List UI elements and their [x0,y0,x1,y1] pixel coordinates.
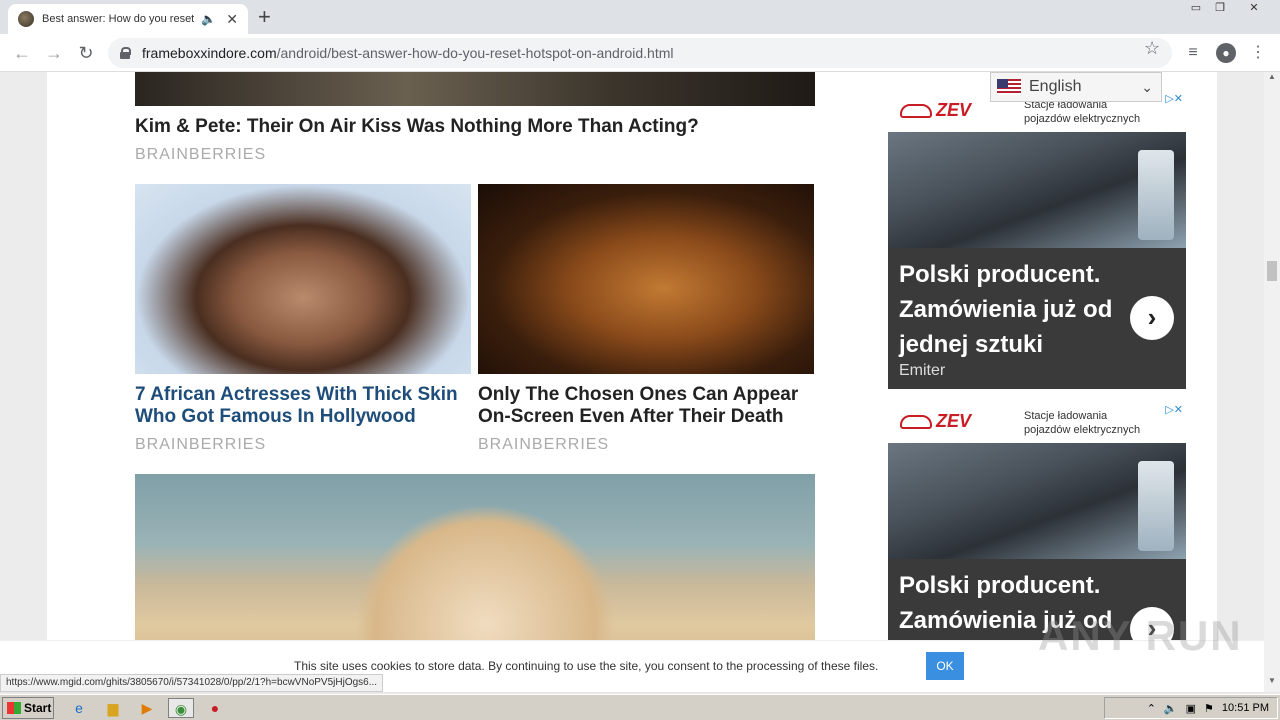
flag-icon[interactable]: ⚑ [1204,702,1214,715]
ie-icon[interactable]: e [68,698,90,718]
ad-text: Polski producent. Zamówienia już od jedn… [899,261,1113,358]
opera-icon[interactable]: ● [204,698,226,718]
card-title-actresses[interactable]: 7 African Actresses With Thick Skin Who … [135,384,475,428]
ad-brand: Emiter [899,362,946,379]
cookie-ok-button[interactable]: OK [926,652,964,680]
card-source-1: BRAINBERRIES [135,436,267,453]
card-image-actress[interactable] [135,184,471,374]
car-logo-icon [900,415,932,430]
chevron-down-icon: ⌄ [1141,78,1153,95]
scrollbar-thumb[interactable] [1267,261,1277,281]
browser-tab[interactable]: Best answer: How do you reset 🔈 ✕ [8,4,248,34]
start-button[interactable]: Start [2,697,54,719]
top-article-image[interactable] [135,72,815,106]
ad-tagline: Stacje ładowania pojazdów elektrycznych [1024,99,1141,125]
cookie-message: This site uses cookies to store data. By… [294,659,879,673]
web-page: Kim & Pete: Their On Air Kiss Was Nothin… [0,72,1264,674]
new-tab-button[interactable]: + [258,5,271,29]
forward-icon[interactable]: → [42,41,66,65]
language-label: English [1029,78,1082,95]
windows-taskbar: Start e ▆ ▶ ◉ ● ⌃ 🔈 ▣ ⚑ 10:51 PM [0,694,1280,720]
folder-icon[interactable]: ▆ [102,698,124,718]
language-selector[interactable]: English ⌄ [990,72,1162,102]
close-window-icon[interactable]: ✕ [1242,0,1266,18]
zev-logo: ZEV [900,100,971,121]
close-tab-icon[interactable]: ✕ [226,11,238,28]
ad-banner-1[interactable]: ZEV Stacje ładowania pojazdów elektryczny… [888,92,1186,389]
windows-logo-icon [7,702,21,714]
adchoices-icon[interactable]: ▷✕ [1162,403,1186,416]
site-favicon-icon [18,11,34,27]
url-path: /android/best-answer-how-do-you-reset-ho… [276,45,674,61]
card-title-chosen-ones[interactable]: Only The Chosen Ones Can Appear On-Scree… [478,384,818,428]
headline-source: BRAINBERRIES [135,146,267,163]
vertical-scrollbar[interactable]: ▲ ▼ [1264,72,1280,692]
tab-title: Best answer: How do you reset [42,13,195,25]
status-bar-url: https://www.mgid.com/ghits/3805670/i/573… [0,674,384,692]
ad-car-photo [888,132,1186,248]
profile-avatar-icon[interactable]: ● [1216,43,1236,63]
ad-next-arrow-icon[interactable]: › [1130,296,1174,340]
url-domain: frameboxxindore.com [142,45,277,61]
minimize-icon[interactable]: ▭ [1184,0,1208,18]
ad-car-photo [888,443,1186,559]
card-source-2: BRAINBERRIES [478,436,610,453]
menu-dots-icon[interactable]: ⋮ [1248,43,1268,63]
ad-tagline: Stacje ładowania pojazdów elektrycznych [1024,410,1141,436]
system-tray: ⌃ 🔈 ▣ ⚑ 10:51 PM [1104,697,1278,719]
restore-icon[interactable]: ❐ [1208,0,1232,18]
network-icon[interactable]: ▣ [1186,702,1196,715]
tab-strip: Best answer: How do you reset 🔈 ✕ + ▭ ❐ … [0,0,1280,34]
scroll-down-icon[interactable]: ▼ [1264,676,1280,690]
us-flag-icon [997,79,1021,95]
anyrun-watermark: ANY RUN [1038,612,1243,659]
volume-icon[interactable]: 🔈 [1164,702,1178,715]
reload-icon[interactable]: ↻ [74,41,98,65]
adchoices-icon[interactable]: ▷✕ [1162,92,1186,105]
tray-arrow-icon[interactable]: ⌃ [1147,702,1156,715]
ad-banner-2[interactable]: ZEV Stacje ładowania pojazdów elektryczny… [888,403,1186,643]
browser-toolbar: ← → ↻ frameboxxindore.com /android/best-… [0,34,1280,72]
bookmark-star-icon[interactable]: ☆ [1144,38,1160,59]
lock-icon[interactable] [120,47,131,59]
chrome-icon[interactable]: ◉ [168,698,194,718]
article-headline[interactable]: Kim & Pete: Their On Air Kiss Was Nothin… [135,116,825,138]
car-logo-icon [900,104,932,119]
speaker-icon[interactable]: 🔈 [201,12,216,26]
back-icon[interactable]: ← [10,41,34,65]
clock[interactable]: 10:51 PM [1222,702,1269,714]
ad-header: ZEV Stacje ładowania pojazdów elektryczny… [888,403,1186,443]
scroll-up-icon[interactable]: ▲ [1264,72,1280,86]
address-bar[interactable]: frameboxxindore.com /android/best-answer… [108,38,1172,68]
media-player-icon[interactable]: ▶ [136,698,158,718]
media-control-icon[interactable]: ≡ [1183,43,1203,63]
card-image-actor[interactable] [478,184,814,374]
zev-logo: ZEV [900,411,971,432]
